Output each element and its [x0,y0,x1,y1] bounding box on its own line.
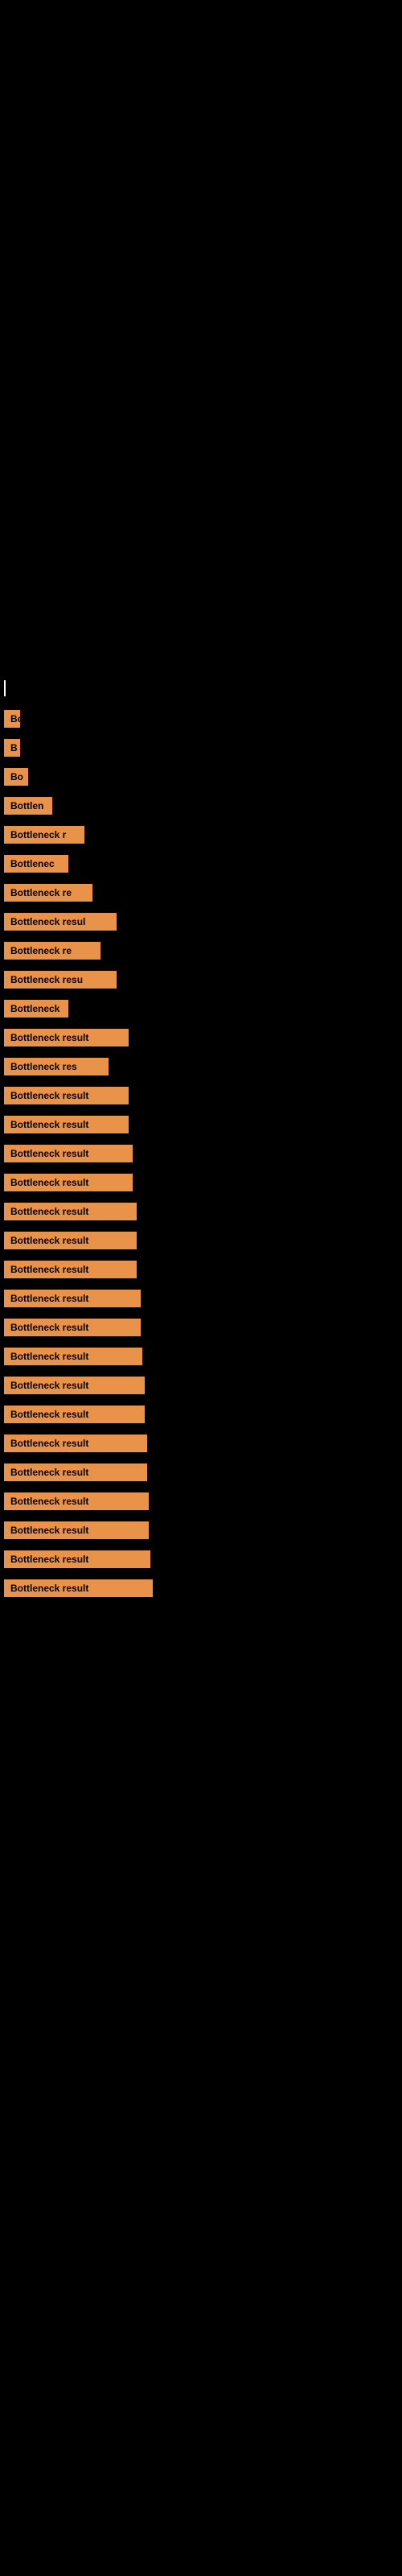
site-title [0,0,402,12]
bottleneck-bar-7: Bottleneck re [4,884,92,902]
bar-row-27: Bottleneck result [0,1461,402,1484]
bar-row-21: Bottleneck result [0,1287,402,1310]
bottleneck-bar-17: Bottleneck result [4,1174,133,1191]
bottleneck-bar-10: Bottleneck resu [4,971,117,989]
bar-row-11: Bottleneck [0,997,402,1020]
bottleneck-bar-19: Bottleneck result [4,1232,137,1249]
bottleneck-bar-23: Bottleneck result [4,1348,142,1365]
bottleneck-bar-20: Bottleneck result [4,1261,137,1278]
bottleneck-bar-8: Bottleneck resul [4,913,117,931]
bottleneck-bar-22: Bottleneck result [4,1319,141,1336]
bottleneck-bar-16: Bottleneck result [4,1145,133,1162]
bar-row-8: Bottleneck resul [0,910,402,933]
bar-row-12: Bottleneck result [0,1026,402,1049]
bars-container: Bo B Bo Bottlen Bottleneck r Bottlenec Bottlen… [0,708,402,1600]
bottleneck-bar-2: B [4,739,20,757]
bar-row-25: Bottleneck result [0,1403,402,1426]
bottleneck-bar-26: Bottleneck result [4,1435,147,1452]
bottleneck-bar-24: Bottleneck result [4,1377,145,1394]
bottleneck-bar-27: Bottleneck result [4,1463,147,1481]
bottleneck-bar-28: Bottleneck result [4,1492,149,1510]
bottleneck-bar-15: Bottleneck result [4,1116,129,1133]
bottleneck-bar-30: Bottleneck result [4,1550,150,1568]
bottleneck-bar-29: Bottleneck result [4,1521,149,1539]
bar-row-10: Bottleneck resu [0,968,402,991]
bottleneck-bar-11: Bottleneck [4,1000,68,1018]
bar-row-4: Bottlen [0,795,402,817]
bar-row-28: Bottleneck result [0,1490,402,1513]
bar-row-23: Bottleneck result [0,1345,402,1368]
bar-row-29: Bottleneck result [0,1519,402,1542]
bar-row-15: Bottleneck result [0,1113,402,1136]
bottleneck-bar-3: Bo [4,768,28,786]
bottleneck-bar-31: Bottleneck result [4,1579,153,1597]
bar-row-31: Bottleneck result [0,1577,402,1600]
bar-row-1: Bo [0,708,402,730]
bottleneck-bar-25: Bottleneck result [4,1406,145,1423]
bar-row-19: Bottleneck result [0,1229,402,1252]
bottleneck-bar-5: Bottleneck r [4,826,84,844]
bar-row-16: Bottleneck result [0,1142,402,1165]
bottleneck-bar-4: Bottlen [4,797,52,815]
bottleneck-bar-6: Bottlenec [4,855,68,873]
bottleneck-bar-18: Bottleneck result [4,1203,137,1220]
bar-row-20: Bottleneck result [0,1258,402,1281]
bar-row-7: Bottleneck re [0,881,402,904]
bar-row-18: Bottleneck result [0,1200,402,1223]
bottleneck-bar-21: Bottleneck result [4,1290,141,1307]
bottleneck-bar-14: Bottleneck result [4,1087,129,1104]
bar-row-13: Bottleneck res [0,1055,402,1078]
bar-row-2: B [0,737,402,759]
bar-row-26: Bottleneck result [0,1432,402,1455]
bottleneck-bar-9: Bottleneck re [4,942,100,960]
bar-row-14: Bottleneck result [0,1084,402,1107]
bar-row-6: Bottlenec [0,852,402,875]
bar-row-5: Bottleneck r [0,824,402,846]
bar-row-3: Bo [0,766,402,788]
bottleneck-bar-1: Bo [4,710,20,728]
bottleneck-bar-12: Bottleneck result [4,1029,129,1046]
bar-row-30: Bottleneck result [0,1548,402,1571]
bar-row-24: Bottleneck result [0,1374,402,1397]
cursor-area [0,672,402,704]
bar-row-22: Bottleneck result [0,1316,402,1339]
bar-row-17: Bottleneck result [0,1171,402,1194]
bar-row-9: Bottleneck re [0,939,402,962]
bottleneck-bar-13: Bottleneck res [4,1058,109,1075]
top-black-section [0,12,402,672]
